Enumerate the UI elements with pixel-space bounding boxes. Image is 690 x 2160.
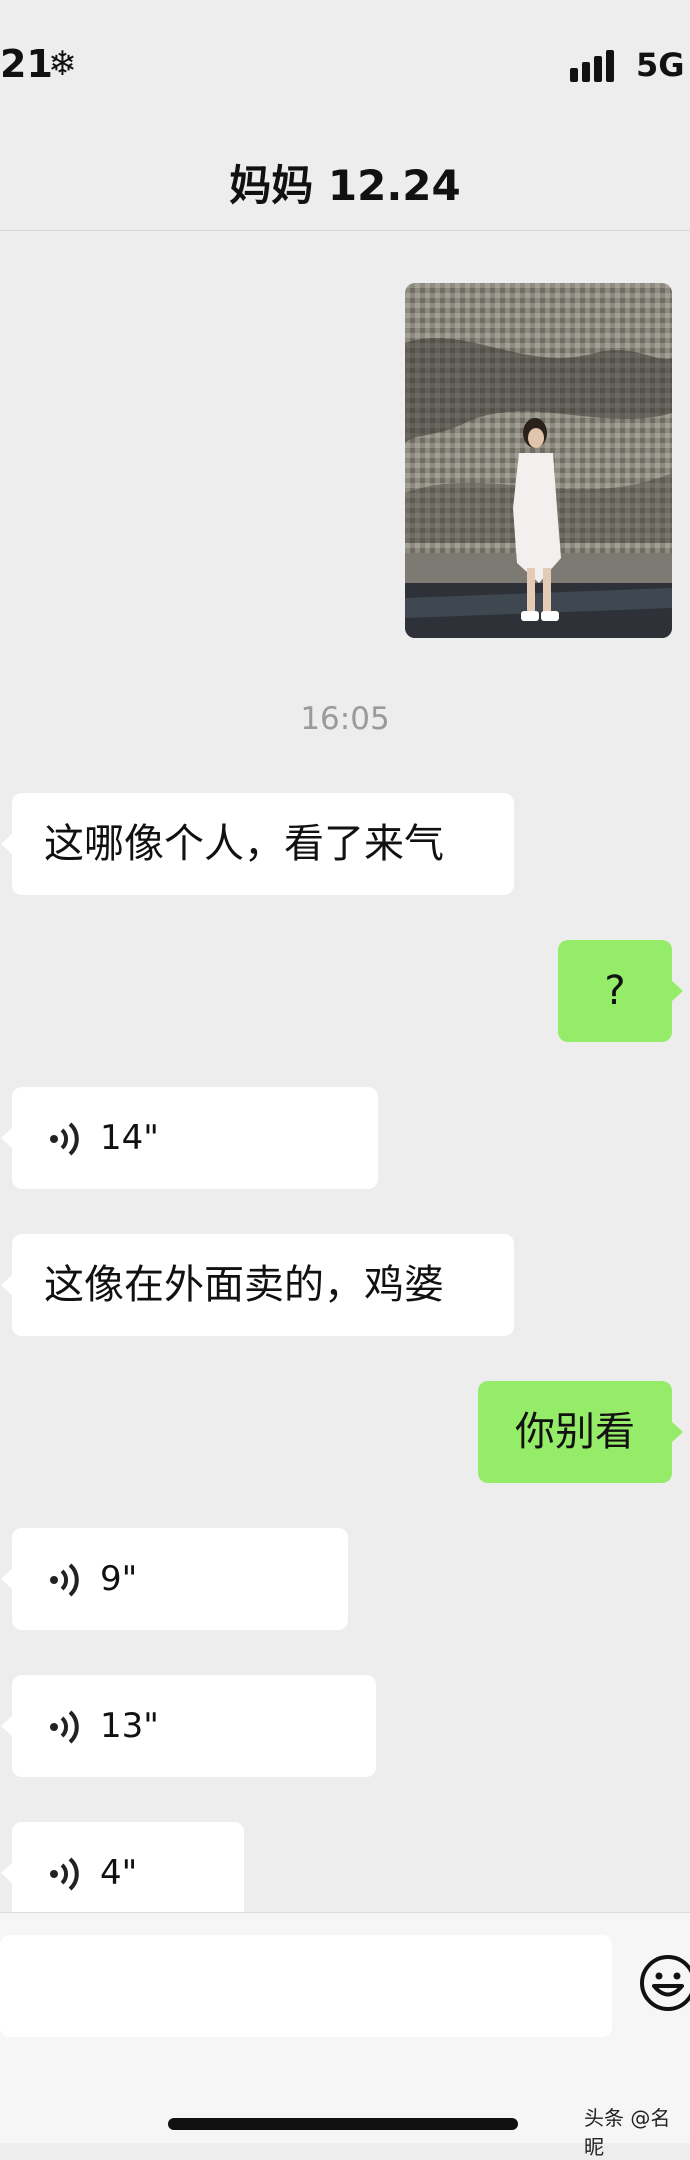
chat-title[interactable]: 妈妈 12.24 <box>0 152 690 213</box>
snowflake-icon: ❄ <box>48 44 77 84</box>
incoming-voice-message[interactable]: 13" <box>1 1675 376 1777</box>
outgoing-text-message[interactable]: 你别看 <box>478 1381 683 1483</box>
incoming-text-message[interactable]: 这像在外面卖的，鸡婆 <box>1 1234 514 1336</box>
watermark: 头条 @名昵 <box>584 2106 671 2159</box>
message-list[interactable]: 16:05 这哪像个人，看了来气 ? 14" 这像在外面卖的，鸡婆 你别看 9" <box>0 231 690 1924</box>
photo-thumbnail <box>405 283 672 638</box>
incoming-text-message[interactable]: 这哪像个人，看了来气 <box>1 793 514 895</box>
incoming-voice-message[interactable]: 9" <box>1 1528 348 1630</box>
outgoing-text-message[interactable]: ? <box>558 940 683 1042</box>
status-bar: 21 ❄ 5G <box>0 0 690 130</box>
message-input[interactable] <box>0 1935 612 2037</box>
network-type: 5G <box>636 46 685 84</box>
voice-duration: 9" <box>100 1559 138 1599</box>
emoji-icon[interactable] <box>638 1953 690 2013</box>
incoming-voice-message[interactable]: 14" <box>1 1087 378 1189</box>
chat-header: 妈妈 12.24 <box>0 130 690 231</box>
home-indicator[interactable] <box>168 2118 518 2130</box>
status-time: 21 <box>0 42 53 86</box>
signal-icon <box>570 46 624 82</box>
voice-wave-icon <box>50 1563 79 1597</box>
message-timestamp: 16:05 <box>300 701 390 737</box>
message-text: ? <box>604 968 626 1014</box>
message-text: 这哪像个人，看了来气 <box>44 821 444 867</box>
voice-wave-icon <box>50 1710 79 1744</box>
voice-duration: 14" <box>100 1118 159 1158</box>
voice-duration: 13" <box>100 1706 159 1746</box>
message-text: 你别看 <box>515 1409 635 1455</box>
voice-wave-icon <box>50 1122 79 1156</box>
message-text: 这像在外面卖的，鸡婆 <box>44 1262 444 1308</box>
incoming-voice-message[interactable]: 4" <box>1 1822 244 1924</box>
sent-photo-message[interactable] <box>405 283 672 638</box>
voice-wave-icon <box>50 1857 79 1891</box>
voice-duration: 4" <box>100 1853 138 1893</box>
